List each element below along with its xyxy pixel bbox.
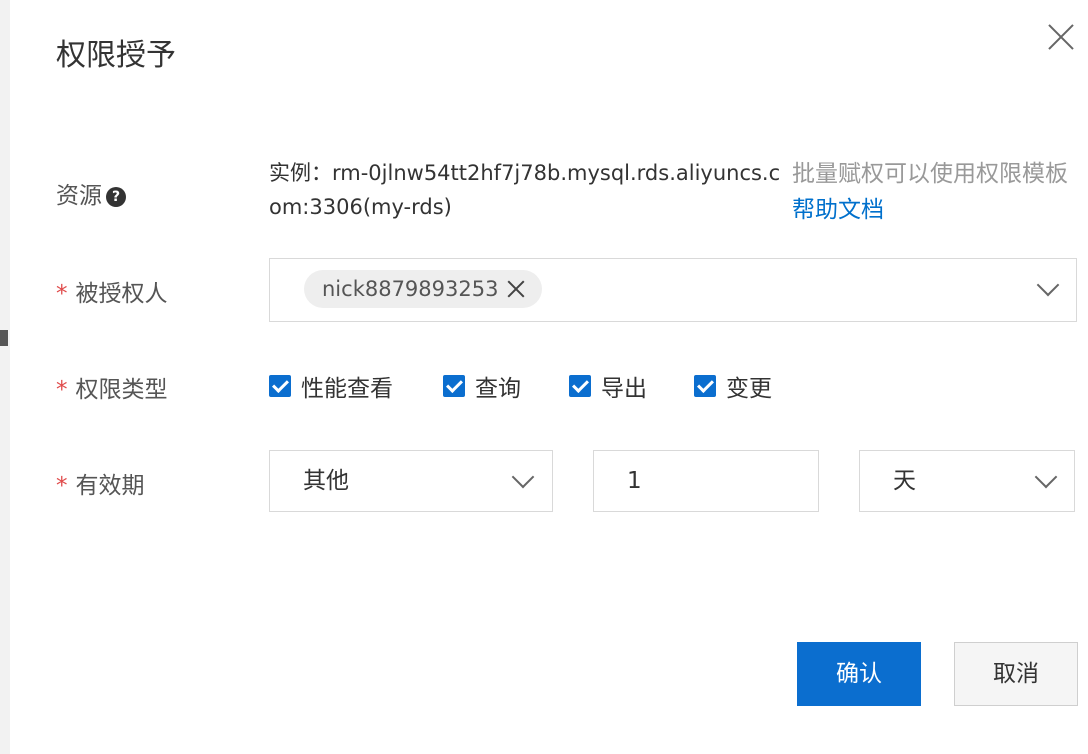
checkbox-label: 导出 [601, 376, 647, 402]
remove-tag-icon[interactable] [506, 279, 526, 299]
permission-type-label: 权限类型 [75, 377, 168, 403]
checkbox-performance-view[interactable]: 性能查看 [269, 372, 393, 402]
grantee-select[interactable]: nick8879893253 [269, 258, 1077, 322]
required-mark: * [56, 281, 68, 307]
permission-type-label-row: * 权限类型 [56, 370, 168, 404]
grantee-tag-label: nick8879893253 [322, 277, 499, 301]
resource-hint: 批量赋权可以使用权限模板 帮助文档 [792, 156, 1082, 228]
checkbox-checked-icon[interactable] [569, 375, 591, 397]
checkbox-checked-icon[interactable] [443, 375, 465, 397]
checkbox-label: 查询 [475, 376, 521, 402]
background-marker [0, 330, 8, 346]
checkbox-checked-icon[interactable] [269, 375, 291, 397]
validity-label: 有效期 [75, 473, 145, 499]
chevron-down-icon[interactable] [1036, 273, 1060, 297]
checkbox-label: 性能查看 [301, 376, 393, 402]
checkbox-checked-icon[interactable] [694, 375, 716, 397]
validity-amount-input[interactable]: 1 [593, 450, 819, 512]
resource-label: 资源 [56, 183, 102, 209]
checkbox-change[interactable]: 变更 [694, 372, 772, 402]
hint-text: 批量赋权可以使用权限模板 [792, 161, 1068, 187]
grantee-label: 被授权人 [75, 281, 168, 307]
validity-unit-value: 天 [893, 468, 916, 494]
confirm-button[interactable]: 确认 [797, 642, 921, 706]
validity-amount-value: 1 [627, 468, 642, 494]
chevron-down-icon[interactable] [1034, 465, 1058, 489]
dialog-title: 权限授予 [56, 38, 176, 73]
checkbox-label: 变更 [726, 376, 772, 402]
validity-type-select[interactable]: 其他 [269, 450, 553, 512]
chevron-down-icon[interactable] [511, 465, 535, 489]
checkbox-export[interactable]: 导出 [569, 372, 647, 402]
help-doc-link[interactable]: 帮助文档 [792, 197, 884, 223]
validity-type-value: 其他 [303, 468, 349, 494]
checkbox-query[interactable]: 查询 [443, 372, 521, 402]
required-mark: * [56, 377, 68, 403]
resource-label-row: 资源? [56, 176, 126, 210]
close-icon[interactable] [1044, 20, 1078, 54]
validity-unit-select[interactable]: 天 [859, 450, 1075, 512]
grant-permission-dialog: 权限授予 资源? 实例：rm-0jlnw54tt2hf7j78b.mysql.r… [10, 0, 1088, 754]
required-mark: * [56, 473, 68, 499]
grantee-label-row: * 被授权人 [56, 274, 168, 308]
grantee-tag: nick8879893253 [304, 270, 543, 308]
validity-label-row: * 有效期 [56, 466, 145, 500]
cancel-button[interactable]: 取消 [954, 642, 1078, 706]
question-circle-icon[interactable]: ? [106, 187, 126, 207]
resource-value: 实例：rm-0jlnw54tt2hf7j78b.mysql.rds.aliyun… [269, 161, 781, 219]
